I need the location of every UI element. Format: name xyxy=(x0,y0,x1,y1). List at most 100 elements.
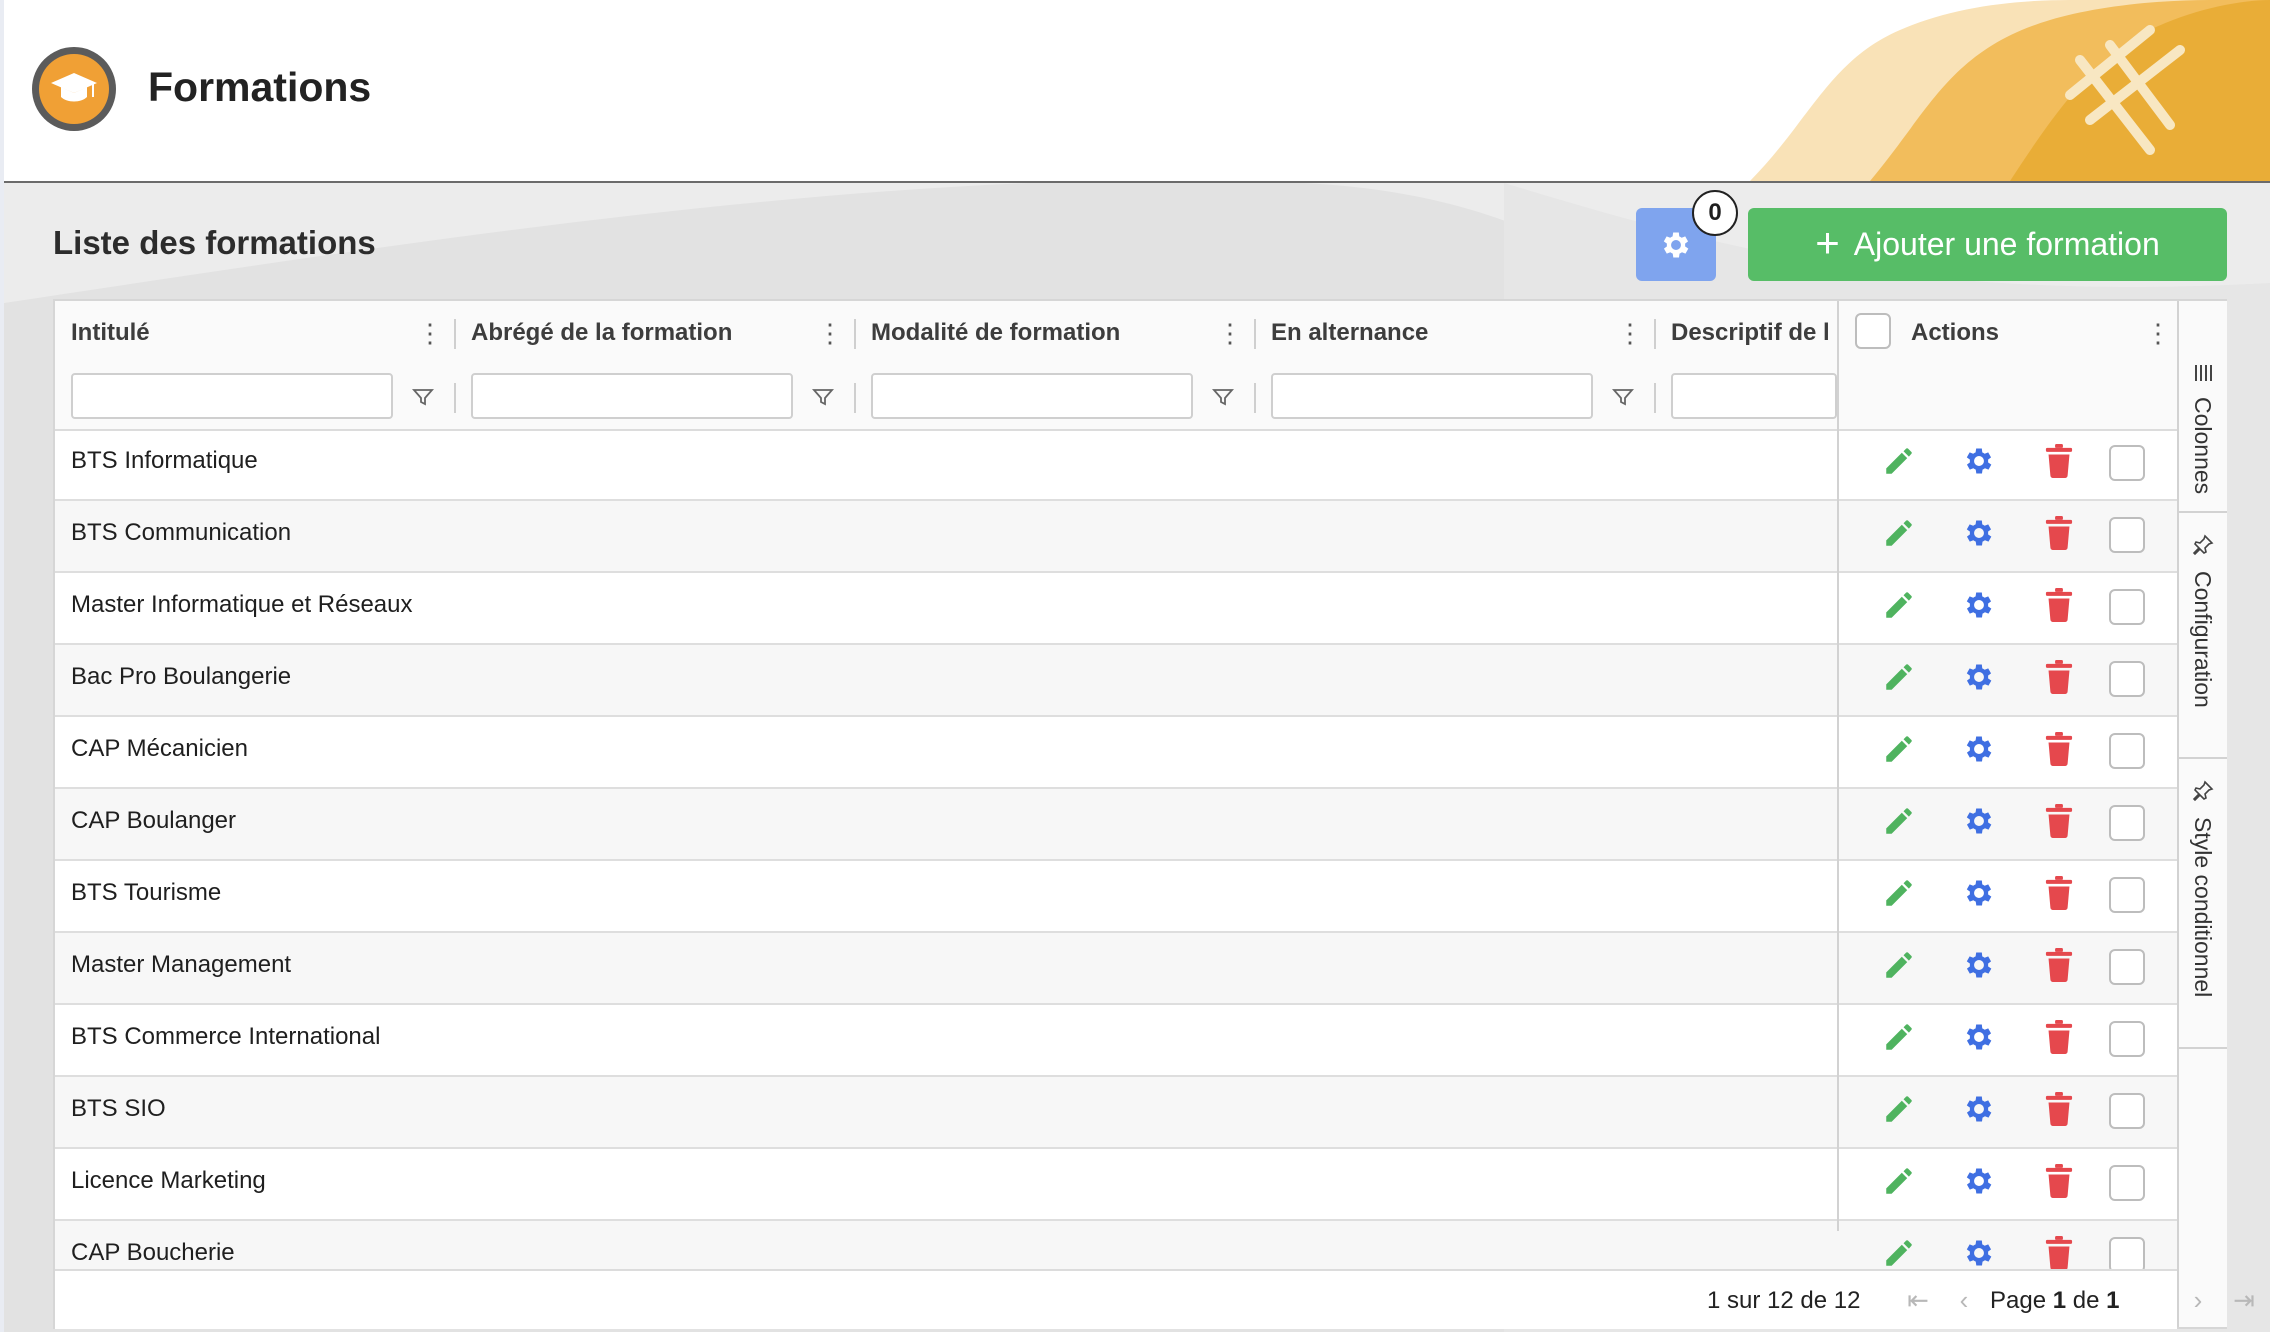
actions-pinned-column: Actions ⋮ xyxy=(1837,301,2179,1293)
side-tab-columns-label: Colonnes xyxy=(2190,397,2216,495)
page-indicator: Page 1 de 1 xyxy=(1990,1287,2120,1315)
select-all-checkbox[interactable] xyxy=(1855,313,1891,349)
edit-icon[interactable] xyxy=(1881,1019,1917,1055)
row-select-checkbox[interactable] xyxy=(2109,661,2145,697)
page-total: 1 xyxy=(2106,1287,2120,1314)
add-formation-button[interactable]: + Ajouter une formation xyxy=(1748,208,2227,281)
row-select-checkbox[interactable] xyxy=(2109,589,2145,625)
filter-input-alternance[interactable] xyxy=(1271,373,1593,419)
row-select-checkbox[interactable] xyxy=(2109,1237,2145,1273)
filter-input-modalite[interactable] xyxy=(871,373,1193,419)
row-select-checkbox[interactable] xyxy=(2109,1093,2145,1129)
filter-input-descriptif[interactable] xyxy=(1671,373,1837,419)
row-intitule: Master Informatique et Réseaux xyxy=(71,591,413,618)
filter-input-abrege[interactable] xyxy=(471,373,793,419)
column-header-alternance[interactable]: En alternance xyxy=(1271,301,1611,365)
column-menu-icon[interactable]: ⋮ xyxy=(2145,320,2171,346)
formations-grid: Intitulé ⋮ Abrégé de la formation ⋮ Moda… xyxy=(53,299,2255,1329)
row-select-checkbox[interactable] xyxy=(2109,1021,2145,1057)
side-tab-conditional-style[interactable]: Style conditionnel xyxy=(2179,757,2227,1049)
actions-row xyxy=(1839,645,2179,717)
gear-icon[interactable] xyxy=(1961,1235,1997,1271)
edit-icon[interactable] xyxy=(1881,443,1917,479)
delete-icon[interactable] xyxy=(2041,1019,2077,1055)
column-header-intitule[interactable]: Intitulé xyxy=(71,301,411,365)
column-menu-icon[interactable]: ⋮ xyxy=(1617,320,1643,346)
delete-icon[interactable] xyxy=(2041,875,2077,911)
delete-icon[interactable] xyxy=(2041,659,2077,695)
edit-icon[interactable] xyxy=(1881,947,1917,983)
row-select-checkbox[interactable] xyxy=(2109,949,2145,985)
row-select-checkbox[interactable] xyxy=(2109,877,2145,913)
edit-icon[interactable] xyxy=(1881,731,1917,767)
column-header-descriptif[interactable]: Descriptif de l xyxy=(1671,301,1837,365)
column-menu-icon[interactable]: ⋮ xyxy=(1217,320,1243,346)
row-select-checkbox[interactable] xyxy=(2109,805,2145,841)
last-page-icon[interactable]: ⇥ xyxy=(2229,1285,2259,1315)
column-resize-handle[interactable] xyxy=(1654,319,1656,349)
column-resize-handle[interactable] xyxy=(1254,319,1256,349)
column-resize-handle[interactable] xyxy=(454,319,456,349)
filter-input-intitule[interactable] xyxy=(71,373,393,419)
edit-icon[interactable] xyxy=(1881,1235,1917,1271)
delete-icon[interactable] xyxy=(2041,1163,2077,1199)
gear-icon[interactable] xyxy=(1961,659,1997,695)
side-tab-columns[interactable]: Colonnes xyxy=(2179,301,2227,513)
gear-icon[interactable] xyxy=(1961,443,1997,479)
actions-row xyxy=(1839,501,2179,573)
page-sep: de xyxy=(2072,1287,2100,1314)
gear-icon[interactable] xyxy=(1961,803,1997,839)
delete-icon[interactable] xyxy=(2041,731,2077,767)
actions-row xyxy=(1839,933,2179,1005)
row-select-checkbox[interactable] xyxy=(2109,1165,2145,1201)
gear-icon[interactable] xyxy=(1961,515,1997,551)
delete-icon[interactable] xyxy=(2041,947,2077,983)
graduation-cap-icon xyxy=(51,73,97,102)
delete-icon[interactable] xyxy=(2041,587,2077,623)
row-select-checkbox[interactable] xyxy=(2109,445,2145,481)
first-page-icon[interactable]: ⇤ xyxy=(1903,1285,1933,1315)
edit-icon[interactable] xyxy=(1881,659,1917,695)
delete-icon[interactable] xyxy=(2041,1235,2077,1271)
column-menu-icon[interactable]: ⋮ xyxy=(817,320,843,346)
row-intitule: Licence Marketing xyxy=(71,1167,266,1194)
edit-icon[interactable] xyxy=(1881,1163,1917,1199)
edit-icon[interactable] xyxy=(1881,587,1917,623)
next-page-icon[interactable]: › xyxy=(2183,1285,2213,1315)
gear-icon[interactable] xyxy=(1961,947,1997,983)
gear-icon[interactable] xyxy=(1961,587,1997,623)
row-select-checkbox[interactable] xyxy=(2109,733,2145,769)
actions-filter-cell xyxy=(1839,365,2179,431)
gear-icon[interactable] xyxy=(1961,875,1997,911)
filter-icon[interactable] xyxy=(1211,385,1235,409)
column-header-abrege[interactable]: Abrégé de la formation xyxy=(471,301,811,365)
delete-icon[interactable] xyxy=(2041,515,2077,551)
actions-row xyxy=(1839,1077,2179,1149)
gear-icon[interactable] xyxy=(1961,731,1997,767)
edit-icon[interactable] xyxy=(1881,1091,1917,1127)
gear-icon[interactable] xyxy=(1961,1019,1997,1055)
row-select-checkbox[interactable] xyxy=(2109,517,2145,553)
row-intitule: CAP Boulanger xyxy=(71,807,236,834)
actions-header: Actions ⋮ xyxy=(1839,301,2179,367)
delete-icon[interactable] xyxy=(2041,443,2077,479)
delete-icon[interactable] xyxy=(2041,803,2077,839)
gear-icon[interactable] xyxy=(1961,1091,1997,1127)
previous-page-icon[interactable]: ‹ xyxy=(1949,1285,1979,1315)
actions-row xyxy=(1839,429,2179,501)
edit-icon[interactable] xyxy=(1881,515,1917,551)
column-resize-handle[interactable] xyxy=(854,319,856,349)
filter-icon[interactable] xyxy=(811,385,835,409)
side-tab-configuration-label: Configuration xyxy=(2190,571,2216,708)
column-menu-icon[interactable]: ⋮ xyxy=(417,320,443,346)
gear-icon[interactable] xyxy=(1961,1163,1997,1199)
column-separator xyxy=(454,383,456,413)
filter-icon[interactable] xyxy=(1611,385,1635,409)
column-header-modalite[interactable]: Modalité de formation xyxy=(871,301,1211,365)
filter-icon[interactable] xyxy=(411,385,435,409)
side-tab-configuration[interactable]: Configuration xyxy=(2179,511,2227,759)
row-count: 1 sur 12 de 12 xyxy=(1707,1287,1861,1314)
delete-icon[interactable] xyxy=(2041,1091,2077,1127)
edit-icon[interactable] xyxy=(1881,875,1917,911)
edit-icon[interactable] xyxy=(1881,803,1917,839)
